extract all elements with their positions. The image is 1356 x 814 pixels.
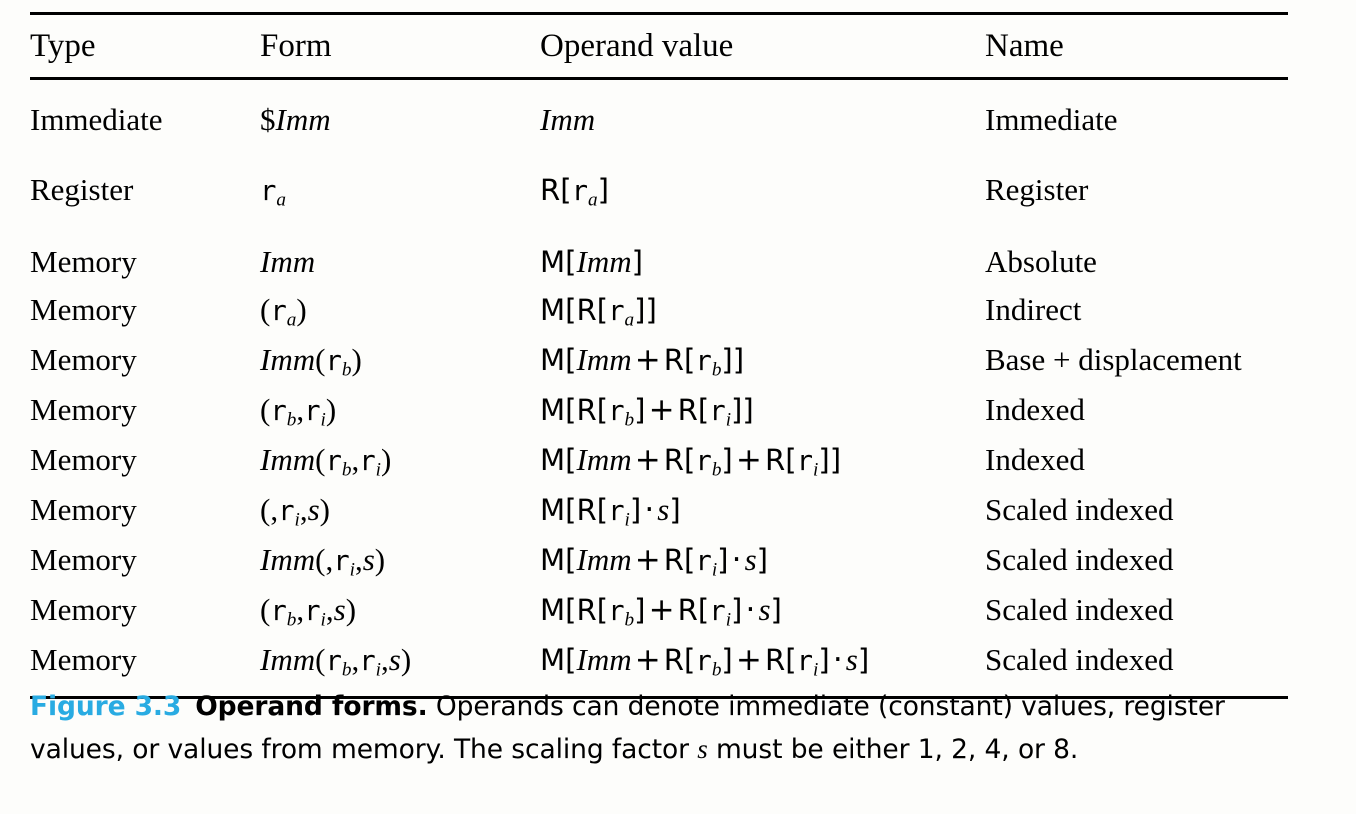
table-row: Memory Imm(rb,ri,s) M[Imm+ R[rb]+ R[ri]·s]… bbox=[30, 636, 1288, 686]
caption-italic-variable: s bbox=[697, 734, 708, 764]
cell-form: (,ri,s) bbox=[260, 492, 330, 531]
table-body: Immediate $Imm Imm Immediate Register ra… bbox=[30, 80, 1288, 686]
table-row: Immediate $Imm Imm Immediate bbox=[30, 80, 1288, 144]
cell-form: (rb,ri,s) bbox=[260, 592, 357, 631]
figure-page: Type Form Operand value Name Immediate $… bbox=[0, 0, 1356, 814]
cell-operand: R[ra] bbox=[540, 173, 610, 211]
table-row: Memory Imm(rb) M[Imm+ R[rb]] Base + displ… bbox=[30, 336, 1288, 386]
figure-caption: Figure 3.3 Operand forms. Operands can de… bbox=[30, 686, 1305, 771]
column-header-form: Form bbox=[260, 28, 332, 64]
cell-form: (ra) bbox=[260, 292, 307, 331]
cell-form: Imm bbox=[260, 244, 316, 279]
cell-operand: M[Imm+ R[ri]·s] bbox=[540, 542, 769, 581]
cell-type: Memory bbox=[30, 392, 137, 427]
cell-name: Indirect bbox=[985, 292, 1082, 327]
cell-type: Memory bbox=[30, 542, 137, 577]
cell-operand: M[R[ri]·s] bbox=[540, 492, 681, 531]
cell-operand: Imm bbox=[540, 102, 596, 137]
cell-operand: M[Imm+ R[rb]+ R[ri]] bbox=[540, 442, 842, 481]
table-row: Register ra R[ra] Register bbox=[30, 144, 1288, 216]
cell-form: ra bbox=[260, 176, 287, 211]
cell-name: Base + displacement bbox=[985, 342, 1242, 377]
column-header-operand: Operand value bbox=[540, 28, 734, 64]
table-row: Memory (rb,ri) M[R[rb]+ R[ri]] Indexed bbox=[30, 386, 1288, 436]
figure-label: Figure 3.3 bbox=[30, 691, 182, 722]
cell-type: Memory bbox=[30, 244, 137, 279]
operand-forms-table: Type Form Operand value Name Immediate $… bbox=[30, 12, 1288, 699]
table-row: Memory Imm(,ri,s) M[Imm+ R[ri]·s] Scaled … bbox=[30, 536, 1288, 586]
cell-type: Immediate bbox=[30, 102, 163, 137]
cell-operand: M[R[rb]+ R[ri]] bbox=[540, 392, 754, 431]
cell-name: Indexed bbox=[985, 392, 1085, 427]
figure-title: Operand forms. bbox=[195, 691, 428, 722]
cell-form: $Imm bbox=[260, 102, 331, 137]
cell-name: Scaled indexed bbox=[985, 492, 1174, 527]
column-header-type: Type bbox=[30, 28, 96, 64]
cell-type: Register bbox=[30, 172, 134, 207]
cell-name: Indexed bbox=[985, 442, 1085, 477]
cell-type: Memory bbox=[30, 642, 137, 677]
cell-type: Memory bbox=[30, 492, 137, 527]
table-row: Memory Imm M[Imm] Absolute bbox=[30, 216, 1288, 286]
cell-type: Memory bbox=[30, 292, 137, 327]
cell-name: Immediate bbox=[985, 102, 1118, 137]
cell-operand: M[R[rb]+ R[ri]·s] bbox=[540, 592, 782, 631]
table-row: Memory Imm(rb,ri) M[Imm+ R[rb]+ R[ri]] Ind… bbox=[30, 436, 1288, 486]
cell-form: Imm(rb) bbox=[260, 342, 362, 381]
cell-form: Imm(rb,ri) bbox=[260, 442, 392, 481]
cell-name: Absolute bbox=[985, 244, 1097, 279]
cell-type: Memory bbox=[30, 592, 137, 627]
column-header-name: Name bbox=[985, 28, 1064, 64]
cell-type: Memory bbox=[30, 442, 137, 477]
cell-operand: M[Imm+ R[rb]] bbox=[540, 342, 745, 381]
cell-operand: M[Imm+ R[rb]+ R[ri]·s] bbox=[540, 642, 870, 681]
cell-name: Register bbox=[985, 172, 1089, 207]
cell-form: Imm(rb,ri,s) bbox=[260, 642, 412, 681]
cell-form: (rb,ri) bbox=[260, 392, 337, 431]
table-row: Memory (ra) M[R[ra]] Indirect bbox=[30, 286, 1288, 336]
table-header-row: Type Form Operand value Name bbox=[30, 15, 1288, 77]
cell-operand: M[R[ra]] bbox=[540, 293, 657, 331]
cell-operand: M[Imm] bbox=[540, 244, 643, 279]
cell-name: Scaled indexed bbox=[985, 542, 1174, 577]
table: Type Form Operand value Name bbox=[30, 15, 1288, 77]
table-row: Memory (rb,ri,s) M[R[rb]+ R[ri]·s] Scaled… bbox=[30, 586, 1288, 636]
cell-name: Scaled indexed bbox=[985, 592, 1174, 627]
cell-form: Imm(,ri,s) bbox=[260, 542, 386, 581]
cell-type: Memory bbox=[30, 342, 137, 377]
caption-text-part2: must be either 1, 2, 4, or 8. bbox=[707, 734, 1079, 765]
cell-name: Scaled indexed bbox=[985, 642, 1174, 677]
table-row: Memory (,ri,s) M[R[ri]·s] Scaled indexed bbox=[30, 486, 1288, 536]
